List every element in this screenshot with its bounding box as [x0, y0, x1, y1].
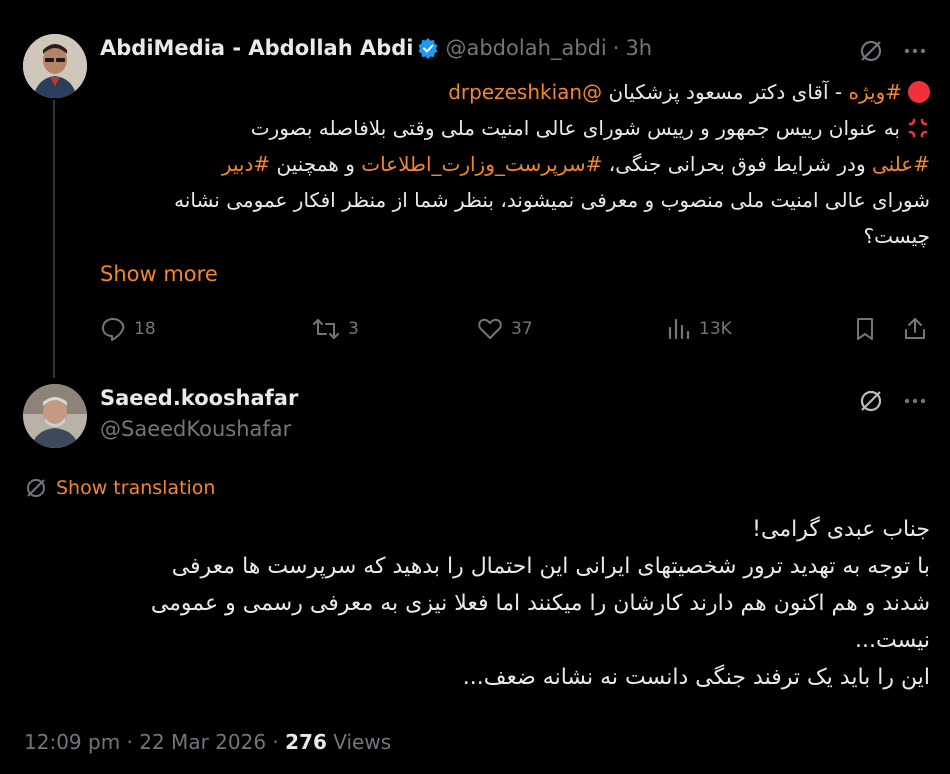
tweet-time[interactable]: 3h	[625, 36, 652, 60]
hashtag-link[interactable]: #سرپرست_وزارت_اطلاعات	[361, 152, 602, 176]
show-translation-label: Show translation	[56, 477, 216, 499]
post-time[interactable]: 12:09 pm	[24, 730, 120, 754]
reply-line: نیست...	[855, 628, 930, 653]
reply-meta: 12:09 pm · 22 Mar 2026 · 276 Views	[24, 730, 391, 754]
like-icon	[478, 318, 502, 339]
bookmark-icon	[857, 318, 873, 340]
dash: -	[834, 80, 843, 104]
show-more-link[interactable]: Show more	[100, 262, 218, 286]
repost-icon	[313, 319, 339, 339]
views-count: 13K	[699, 319, 732, 339]
views-icon	[668, 318, 690, 340]
reply-body: جناب عبدی گرامی! با توجه به تهدید ترور ش…	[24, 511, 930, 696]
tweet-line-3: #علنی ودر شرایط فوق بحرانی جنگی، #سرپرست…	[100, 146, 930, 182]
show-translation-button[interactable]: Show translation	[24, 476, 215, 500]
tweet-text: شورای عالی امنیت ملی منصوب و معرفی نمیشو…	[174, 188, 930, 212]
reply-line: این را باید یک ترفند جنگی دانست نه نشانه…	[462, 665, 930, 690]
reply-icon	[102, 318, 125, 341]
post-date[interactable]: 22 Mar 2026	[139, 730, 266, 754]
share-button[interactable]	[902, 316, 928, 342]
tweet-line-5: چیست؟	[100, 218, 931, 254]
anger-emoji-icon	[906, 115, 930, 139]
views-label: Views	[333, 730, 392, 754]
reply-line: شدند و هم اکنون هم دارند کارشان را میکنن…	[150, 591, 930, 616]
tweet1-header: AbdiMedia - Abdollah Abdi @abdolah_abdi …	[100, 36, 652, 60]
separator: ·	[612, 36, 620, 60]
mention-link[interactable]: @drpezeshkian	[448, 80, 602, 104]
grok-icon[interactable]	[858, 388, 884, 414]
reply-line: با توجه به تهدید ترور شخصیتهای ایرانی ای…	[171, 554, 930, 579]
reply-top-icons	[858, 388, 926, 414]
tweet-text: ودر شرایط فوق بحرانی جنگی،	[608, 152, 866, 176]
separator: ·	[272, 730, 279, 754]
reply-line: جناب عبدی گرامی!	[752, 517, 930, 542]
hashtag-link[interactable]: #ویژه	[849, 80, 903, 104]
tweet-text: و همچنین	[276, 152, 355, 176]
thread-line	[53, 100, 55, 378]
bookmark-button[interactable]	[853, 316, 877, 342]
share-icon	[905, 318, 925, 339]
reply-button[interactable]: 18	[100, 316, 156, 342]
repost-button[interactable]: 3	[312, 316, 359, 342]
tweet-text: چیست؟	[863, 224, 931, 248]
more-icon[interactable]	[904, 398, 926, 404]
avatar-abdimedia[interactable]	[23, 34, 87, 98]
like-count: 37	[511, 319, 533, 339]
translate-icon	[27, 479, 45, 497]
views-count: 276	[285, 730, 327, 754]
verified-badge-icon	[417, 37, 439, 59]
red-circle-emoji-icon	[908, 81, 930, 103]
author-name[interactable]: AbdiMedia - Abdollah Abdi	[100, 36, 413, 60]
views-button[interactable]: 13K	[665, 316, 732, 342]
repost-count: 3	[348, 319, 359, 339]
hashtag-link[interactable]: #دبیر	[222, 152, 270, 176]
tweet-text: آقای دکتر مسعود پزشکیان	[608, 80, 829, 104]
reply-count: 18	[134, 319, 156, 339]
tweet1-body: #ویژه - آقای دکتر مسعود پزشکیان @drpezes…	[100, 74, 930, 254]
tweet1-top-icons	[858, 38, 926, 64]
tweet-text: به عنوان رییس جمهور و رییس شورای عالی ام…	[250, 116, 900, 140]
tweet-line-4: شورای عالی امنیت ملی منصوب و معرفی نمیشو…	[100, 182, 930, 218]
tweet-line-2: به عنوان رییس جمهور و رییس شورای عالی ام…	[100, 110, 930, 146]
author-handle[interactable]: @abdolah_abdi	[445, 36, 606, 60]
tweet-line-1: #ویژه - آقای دکتر مسعود پزشکیان @drpezes…	[100, 74, 930, 110]
grok-icon[interactable]	[858, 38, 884, 64]
avatar-saeed[interactable]	[23, 384, 87, 448]
reply-author-handle[interactable]: @SaeedKoushafar	[100, 417, 291, 441]
more-icon[interactable]	[904, 48, 926, 54]
hashtag-link[interactable]: #علنی	[872, 152, 930, 176]
tweet1-actions: 18 3 37 13K	[100, 314, 930, 346]
separator: ·	[126, 730, 133, 754]
reply-author-name[interactable]: Saeed.kooshafar	[100, 386, 298, 410]
like-button[interactable]: 37	[477, 316, 533, 342]
